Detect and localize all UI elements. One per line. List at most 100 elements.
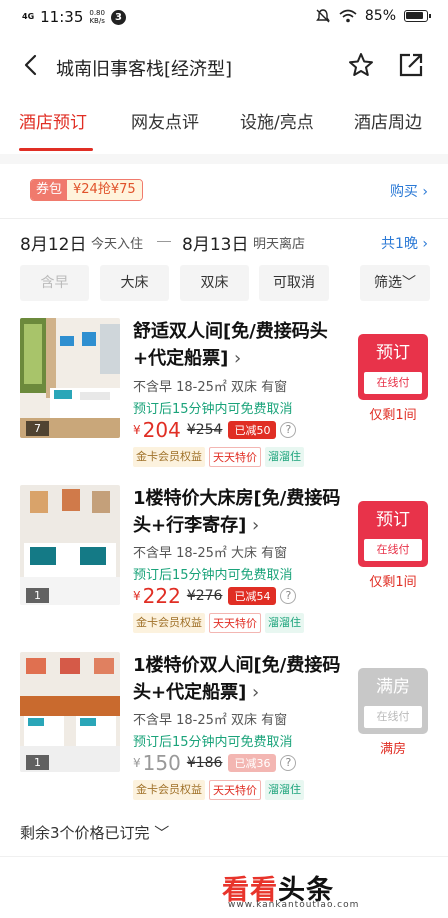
cancel-policy: 预订后15分钟内可免费取消 <box>133 568 293 583</box>
status-time: 11:35 <box>40 8 84 26</box>
tag-liuliuzhu: 溜溜住 <box>265 613 304 633</box>
help-icon[interactable]: ? <box>280 588 297 604</box>
tab-reviews[interactable]: 网友点评 <box>131 108 199 133</box>
discount-badge: 已减36 <box>228 754 277 772</box>
checkout-date[interactable]: 8月13日 <box>182 230 248 255</box>
book-button[interactable]: 预订 在线付 <box>358 334 428 400</box>
filter-cancellable[interactable]: 可取消 <box>259 265 329 301</box>
date-selector[interactable]: 8月12日 今天入住 8月13日 明天离店 共1晚 › <box>0 230 448 256</box>
share-icon[interactable] <box>397 51 425 79</box>
divider <box>0 218 448 219</box>
notification-badge: 3 <box>110 9 126 25</box>
filter-twin-bed[interactable]: 双床 <box>180 265 249 301</box>
watermark-url: www.kankantoutiao.com <box>228 900 360 910</box>
room-photo-image <box>20 485 120 605</box>
room-tags: 金卡会员权益 天天特价 溜溜住 <box>133 613 304 633</box>
room-name[interactable]: 舒适双人间[免/费接码头+代定船票] › <box>133 318 343 372</box>
room-photo[interactable]: 1 <box>20 652 120 772</box>
filter-bar: 含早 大床 双床 可取消 筛选﹀ <box>20 265 430 301</box>
divider <box>0 856 448 857</box>
book-button-label: 预订 <box>376 510 410 530</box>
star-icon[interactable] <box>347 51 375 79</box>
tag-daily-deal: 天天特价 <box>209 780 261 800</box>
room-meta: 不含早 18-25㎡ 双床 有窗 <box>133 713 288 728</box>
network-indicator: 4G <box>22 12 35 21</box>
tab-nearby[interactable]: 酒店周边 <box>354 108 422 133</box>
pay-online-label: 在线付 <box>364 539 422 561</box>
filter-breakfast[interactable]: 含早 <box>20 265 89 301</box>
battery-percent: 85% <box>364 8 396 24</box>
battery-icon <box>404 10 431 22</box>
page-title: 城南旧事客栈[经济型] <box>56 59 233 80</box>
room-tags: 金卡会员权益 天天特价 溜溜住 <box>133 780 304 800</box>
discount-badge: 已减54 <box>228 587 277 605</box>
room-name[interactable]: 1楼特价双人间[免/费接码头+代定船票] › <box>133 652 343 706</box>
price-row: ¥ 204 ¥254 已减50 ? <box>133 418 297 442</box>
active-tab-indicator <box>19 148 93 151</box>
status-bar: 4G 11:35 0.80 KB/s 3 85% <box>0 0 448 36</box>
room-price: 150 <box>142 751 181 775</box>
currency-symbol: ¥ <box>133 423 141 437</box>
coupon-badge[interactable]: 券包 ¥24抢¥75 <box>30 179 143 201</box>
section-divider <box>0 154 448 164</box>
help-icon[interactable]: ? <box>280 755 297 771</box>
room-card[interactable]: 1 1楼特价双人间[免/费接码头+代定船票] › 不含早 18-25㎡ 双床 有… <box>0 652 448 812</box>
checkin-note: 今天入住 <box>91 237 144 252</box>
room-tags: 金卡会员权益 天天特价 溜溜住 <box>133 447 304 467</box>
price-row: ¥ 222 ¥276 已减54 ? <box>133 584 297 608</box>
cancel-policy: 预订后15分钟内可免费取消 <box>133 735 293 750</box>
filter-more[interactable]: 筛选﹀ <box>360 265 430 301</box>
sold-out-button: 满房 在线付 <box>358 668 428 734</box>
room-name[interactable]: 1楼特价大床房[免/费接码头+行李寄存] › <box>133 485 343 539</box>
book-button-label: 预订 <box>376 343 410 363</box>
rooms-left: 仅剩1间 <box>369 575 417 590</box>
tab-bar: 酒店预订 网友点评 设施/亮点 酒店周边 <box>0 108 448 152</box>
coupon-tag: 券包 <box>31 180 68 200</box>
photo-count: 1 <box>26 755 49 770</box>
original-price: ¥186 <box>186 755 223 771</box>
photo-count: 1 <box>26 588 49 603</box>
rooms-left: 仅剩1间 <box>369 408 417 423</box>
room-price: 222 <box>142 584 181 608</box>
help-icon[interactable]: ? <box>280 422 297 438</box>
tag-liuliuzhu: 溜溜住 <box>265 447 304 467</box>
pay-online-label: 在线付 <box>364 372 422 394</box>
tag-gold-member: 金卡会员权益 <box>133 447 205 467</box>
pay-online-label: 在线付 <box>364 706 422 728</box>
room-meta: 不含早 18-25㎡ 双床 有窗 <box>133 380 288 395</box>
more-prices-toggle[interactable]: 剩余3个价格已订完 ﹀ <box>20 822 169 843</box>
nights-count[interactable]: 共1晚 › <box>381 233 428 253</box>
room-card[interactable]: 7 舒适双人间[免/费接码头+代定船票] › 不含早 18-25㎡ 双床 有窗 … <box>0 318 448 478</box>
header: 城南旧事客栈[经济型] <box>0 40 448 94</box>
discount-badge: 已减50 <box>228 421 277 439</box>
buy-coupon-link[interactable]: 购买 › <box>390 181 428 201</box>
back-icon[interactable] <box>18 52 44 78</box>
tag-daily-deal: 天天特价 <box>209 447 261 467</box>
sold-out-label: 满房 <box>376 677 410 697</box>
tab-facilities[interactable]: 设施/亮点 <box>240 108 314 133</box>
checkout-note: 明天离店 <box>253 237 306 252</box>
original-price: ¥254 <box>186 422 223 438</box>
room-photo-image <box>20 652 120 772</box>
room-price: 204 <box>142 418 181 442</box>
watermark-logo: 看看头条 www.kankantoutiao.com <box>222 868 432 914</box>
tag-liuliuzhu: 溜溜住 <box>265 780 304 800</box>
room-meta: 不含早 18-25㎡ 大床 有窗 <box>133 546 288 561</box>
room-card[interactable]: 1 1楼特价大床房[免/费接码头+行李寄存] › 不含早 18-25㎡ 大床 有… <box>0 485 448 645</box>
price-row: ¥ 150 ¥186 已减36 ? <box>133 751 297 775</box>
sold-out-status: 满房 <box>379 742 406 757</box>
book-button[interactable]: 预订 在线付 <box>358 501 428 567</box>
room-photo[interactable]: 7 <box>20 318 120 438</box>
checkin-date[interactable]: 8月12日 <box>20 230 86 255</box>
coupon-row: 券包 ¥24抢¥75 购买 › <box>0 175 448 205</box>
tag-daily-deal: 天天特价 <box>209 613 261 633</box>
tab-booking[interactable]: 酒店预订 <box>19 108 87 133</box>
cancel-policy: 预订后15分钟内可免费取消 <box>133 402 293 417</box>
date-separator <box>157 241 171 242</box>
wifi-icon <box>339 9 357 23</box>
room-photo-image <box>20 318 120 438</box>
filter-big-bed[interactable]: 大床 <box>100 265 169 301</box>
network-speed: 0.80 KB/s <box>89 9 105 25</box>
photo-count: 7 <box>26 421 49 436</box>
room-photo[interactable]: 1 <box>20 485 120 605</box>
